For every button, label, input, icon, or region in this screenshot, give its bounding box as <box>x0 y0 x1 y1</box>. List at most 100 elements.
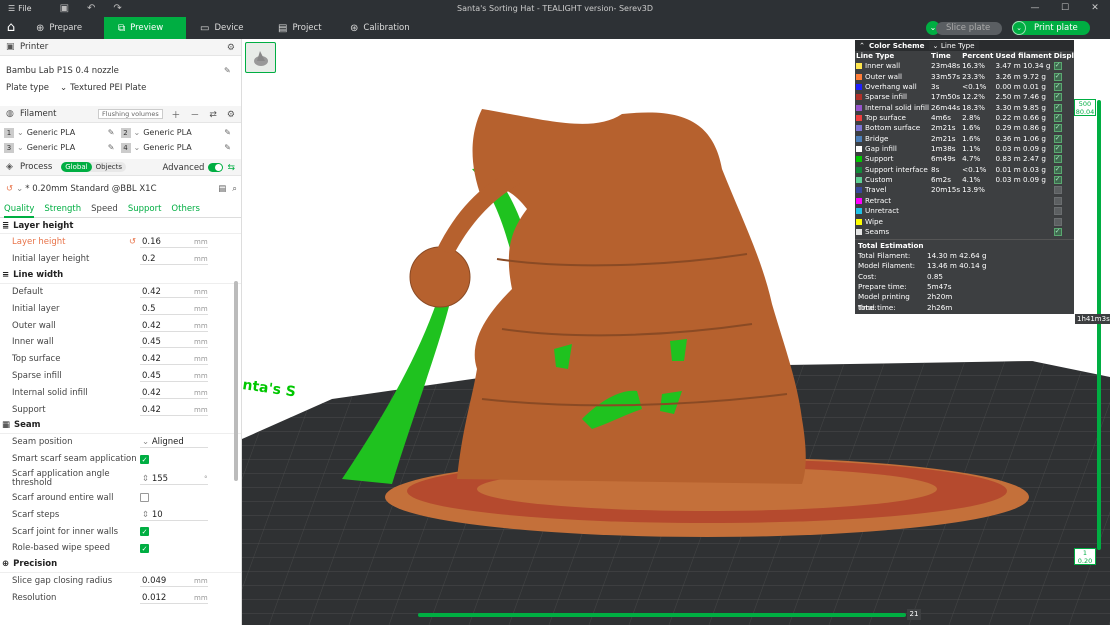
scarf-entire-wall-checkbox[interactable] <box>140 493 149 503</box>
display-checkbox[interactable] <box>1053 207 1062 216</box>
unit-label: mm <box>194 304 208 313</box>
filament-item[interactable]: 1 ⌄ Generic PLA ✎ <box>4 127 121 138</box>
line-width-icon: ≡ <box>2 270 10 281</box>
display-checkbox[interactable] <box>1053 91 1062 102</box>
param-label: Resolution <box>12 592 57 603</box>
slice-plate-button[interactable]: ⌄ Slice plate <box>926 21 1003 35</box>
home-icon[interactable]: ⌂ <box>0 17 22 39</box>
total-value: 2h20m <box>927 292 953 302</box>
smart-scarf-checkbox[interactable]: ✓ <box>140 454 149 464</box>
compare-icon[interactable]: ⇆ <box>227 163 235 173</box>
display-checkbox[interactable] <box>1053 226 1062 236</box>
sidebar-scrollbar[interactable] <box>234 281 238 481</box>
filament-number: 4 <box>120 142 131 153</box>
stepper-icon[interactable]: ⇕ <box>142 510 152 520</box>
edit-icon[interactable]: ✎ <box>224 143 231 152</box>
filament-item[interactable]: 4 ⌄ Generic PLA ✎ <box>120 142 238 153</box>
legend-time <box>930 227 961 237</box>
plate-type-select[interactable]: ⌄ Textured PEI Plate <box>60 83 146 93</box>
line-type-name: Custom <box>865 175 893 185</box>
seam-position-select[interactable]: ⌄ Aligned <box>140 436 208 449</box>
layer-slider-bottom-handle[interactable]: 1 0.20 <box>1074 548 1096 565</box>
undo-icon[interactable]: ↶ <box>87 3 95 14</box>
display-checkbox[interactable] <box>1053 102 1062 112</box>
edit-icon[interactable]: ✎ <box>224 66 231 75</box>
display-checkbox[interactable] <box>1053 186 1062 195</box>
col-header: Percent <box>962 51 994 60</box>
param-label: Default <box>12 286 44 297</box>
tab-prepare[interactable]: ⊕ Prepare <box>22 17 104 39</box>
printer-select[interactable]: Bambu Lab P1S 0.4 nozzle ✎ <box>0 62 241 79</box>
total-value: 0.85 <box>927 271 944 281</box>
display-checkbox[interactable] <box>1053 112 1062 122</box>
collapse-icon[interactable]: ⌃ <box>859 41 865 50</box>
dropdown-icon[interactable]: ⌄ <box>1012 21 1026 35</box>
legend-header[interactable]: ⌃ Color Scheme ⌄ Line Type <box>855 40 1074 51</box>
tab-quality[interactable]: Quality <box>4 204 35 218</box>
minimize-icon[interactable]: — <box>1020 0 1050 17</box>
gear-icon[interactable]: ⚙ <box>227 43 235 53</box>
tab-preview[interactable]: ⧉ Preview <box>104 17 186 39</box>
redo-icon[interactable]: ↷ <box>113 3 121 14</box>
reset-icon[interactable]: ↺ <box>6 184 13 194</box>
scarf-steps-input[interactable]: ⇕ 10 <box>140 509 208 521</box>
display-checkbox[interactable] <box>1053 143 1062 153</box>
maximize-icon[interactable]: ☐ <box>1050 0 1080 17</box>
edit-icon[interactable]: ✎ <box>108 143 115 152</box>
display-checkbox[interactable] <box>1053 60 1062 71</box>
filament-item[interactable]: 2 ⌄ Generic PLA ✎ <box>120 127 238 138</box>
print-plate-button[interactable]: ⌄ Print plate <box>1012 21 1090 35</box>
scarf-inner-walls-checkbox[interactable]: ✓ <box>140 527 149 537</box>
legend-line-type: Top surface <box>855 113 930 123</box>
tab-device[interactable]: ▭ Device <box>186 17 264 39</box>
display-checkbox[interactable] <box>1053 217 1062 226</box>
move-slider-handle[interactable]: 21 <box>907 609 921 620</box>
move-slider-track[interactable] <box>418 613 906 617</box>
plate-thumbnail[interactable] <box>245 42 276 73</box>
param-smart-scarf: Smart scarf seam application ✓ <box>0 451 241 468</box>
line-type-select[interactable]: ⌄ Line Type <box>928 41 979 50</box>
display-checkbox[interactable] <box>1053 122 1062 133</box>
param-role-wipe-speed: Role-based wipe speed ✓ <box>0 540 241 557</box>
close-icon[interactable]: ✕ <box>1080 0 1110 17</box>
filament-number: 3 <box>4 142 14 153</box>
add-icon[interactable]: ＋ <box>171 108 180 121</box>
tab-project[interactable]: ▤ Project <box>264 17 336 39</box>
scarf-angle-input[interactable]: ⇕ 155 <box>140 473 208 485</box>
display-checkbox[interactable] <box>1053 133 1062 143</box>
param-label: Outer wall <box>12 320 56 331</box>
display-checkbox[interactable] <box>1053 71 1062 81</box>
display-checkbox[interactable] <box>1053 196 1062 205</box>
remove-icon[interactable]: － <box>190 108 199 121</box>
tab-strength[interactable]: Strength <box>44 204 81 214</box>
objects-option[interactable]: Objects <box>92 162 126 172</box>
gear-icon[interactable]: ⚙ <box>227 110 235 120</box>
display-checkbox[interactable] <box>1053 153 1062 164</box>
reset-icon[interactable]: ↺ <box>129 237 136 247</box>
flushing-volumes-button[interactable]: Flushing volumes <box>98 109 163 119</box>
sync-icon[interactable]: ⇄ <box>209 110 217 120</box>
advanced-toggle[interactable] <box>208 163 224 172</box>
global-objects-toggle[interactable]: Global Objects <box>61 162 127 172</box>
search-icon[interactable]: ⌕ <box>232 184 237 194</box>
global-option[interactable]: Global <box>61 162 92 172</box>
edit-icon[interactable]: ✎ <box>108 128 115 137</box>
display-checkbox[interactable] <box>1053 174 1062 184</box>
save-icon[interactable]: ▤ <box>218 184 226 194</box>
filament-item[interactable]: 3 ⌄ Generic PLA ✎ <box>4 142 121 153</box>
stepper-icon[interactable]: ⇕ <box>142 474 152 484</box>
layer-slider-track[interactable] <box>1097 100 1101 550</box>
layer-slider-top-handle[interactable]: 500 80.04 <box>1074 99 1096 116</box>
line-type-name: Overhang wall <box>865 82 917 92</box>
tab-support[interactable]: Support <box>128 204 162 214</box>
process-profile-select[interactable]: ↺ ⌄ * 0.20mm Standard @BBL X1C ▤ ⌕ <box>0 181 241 197</box>
save-icon[interactable]: ▣ <box>60 3 69 14</box>
tab-speed[interactable]: Speed <box>91 204 118 214</box>
role-wipe-speed-checkbox[interactable]: ✓ <box>140 543 149 553</box>
display-checkbox[interactable] <box>1053 164 1062 174</box>
tab-calibration[interactable]: ⊛ Calibration <box>336 17 426 39</box>
file-menu[interactable]: ☰ File <box>8 4 32 13</box>
edit-icon[interactable]: ✎ <box>224 128 231 137</box>
display-checkbox[interactable] <box>1053 81 1062 91</box>
tab-others[interactable]: Others <box>171 204 200 214</box>
